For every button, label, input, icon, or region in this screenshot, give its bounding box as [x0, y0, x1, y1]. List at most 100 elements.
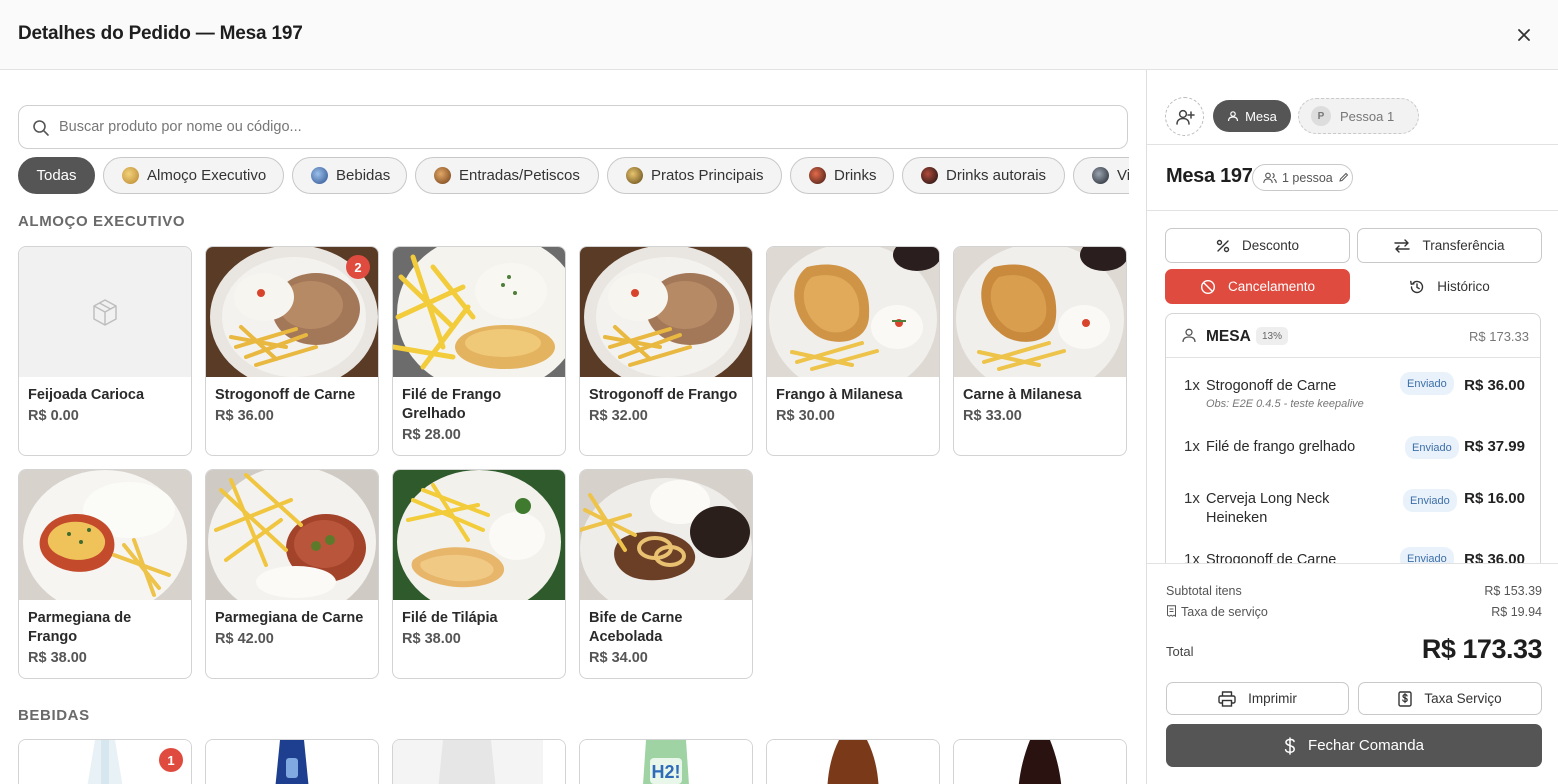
category-thumb: [921, 167, 938, 184]
product-card[interactable]: H2!: [579, 739, 753, 784]
service-fee-value: R$ 19.94: [1491, 605, 1542, 619]
product-image: [767, 247, 939, 377]
service-fee-button-label: Taxa Serviço: [1424, 691, 1502, 706]
receipt-dollar-icon: [1398, 690, 1413, 707]
search-box: [18, 105, 1128, 149]
product-card[interactable]: 2 Strogonoff de Carne R$ 36.00: [205, 246, 379, 456]
category-chip-vinhos[interactable]: Vi: [1073, 157, 1129, 194]
close-tab-label: Fechar Comanda: [1308, 737, 1424, 754]
product-name: Strogonoff de Carne: [215, 387, 356, 403]
item-name: Cerveja Long Neck Heineken: [1206, 491, 1330, 526]
service-fee-row: Taxa de serviço R$ 19.94: [1166, 605, 1542, 619]
product-name: Parmegiana de Carne: [215, 610, 364, 626]
box-icon: [93, 299, 117, 326]
category-chip-todas[interactable]: Todas: [18, 157, 95, 194]
status-badge: Enviado: [1403, 489, 1457, 512]
product-card[interactable]: [953, 739, 1127, 784]
cancel-button[interactable]: Cancelamento: [1165, 269, 1350, 304]
category-chip-pratos-principais[interactable]: Pratos Principais: [607, 157, 782, 194]
product-name: Filé de Tilápia: [402, 610, 498, 626]
product-card[interactable]: Strogonoff de Frango R$ 32.00: [579, 246, 753, 456]
users-icon: [1263, 172, 1277, 183]
product-card[interactable]: Parmegiana de Frango R$ 38.00: [18, 469, 192, 679]
transfer-button[interactable]: Transferência: [1357, 228, 1542, 263]
product-card[interactable]: Feijoada Carioca R$ 0.00: [18, 246, 192, 456]
product-card[interactable]: [392, 739, 566, 784]
product-card[interactable]: [205, 739, 379, 784]
pencil-icon: [1339, 172, 1348, 182]
person-selector: Mesa P Pessoa 1: [1147, 70, 1558, 145]
chip-label: Entradas/Petiscos: [459, 167, 580, 184]
status-badge: Enviado: [1405, 436, 1459, 459]
person-tab-mesa[interactable]: Mesa: [1213, 100, 1291, 132]
product-price: R$ 42.00: [215, 631, 274, 647]
product-card[interactable]: 1: [18, 739, 192, 784]
category-chip-almoco-executivo[interactable]: Almoço Executivo: [103, 157, 284, 194]
product-price: R$ 34.00: [589, 650, 648, 666]
dollar-icon: [1284, 736, 1295, 755]
category-thumb: [434, 167, 451, 184]
total-value: R$ 173.33: [1421, 634, 1543, 664]
subtotal-label: Subtotal itens: [1166, 584, 1242, 598]
person-tab-label: Pessoa 1: [1340, 108, 1395, 124]
product-price: R$ 0.00: [28, 408, 79, 424]
product-image: [393, 247, 565, 377]
chip-label: Drinks: [834, 167, 877, 184]
history-icon: [1410, 280, 1424, 293]
user-plus-icon: [1175, 109, 1195, 125]
avatar: P: [1311, 106, 1331, 126]
transfer-icon: [1394, 238, 1411, 253]
category-chip-drinks[interactable]: Drinks: [790, 157, 894, 194]
service-fee-button[interactable]: Taxa Serviço: [1358, 682, 1542, 715]
product-card[interactable]: Frango à Milanesa R$ 30.00: [766, 246, 940, 456]
product-image: [954, 247, 1126, 377]
chip-label: Almoço Executivo: [147, 167, 267, 184]
product-placeholder-image: [19, 247, 191, 377]
category-chip-entradas[interactable]: Entradas/Petiscos: [415, 157, 599, 194]
receipt-icon: [1167, 605, 1176, 618]
person-tab-pessoa-1[interactable]: P Pessoa 1: [1298, 98, 1419, 134]
product-card[interactable]: Carne à Milanesa R$ 33.00: [953, 246, 1127, 456]
table-title: Mesa 197: [1166, 165, 1253, 187]
discount-button[interactable]: Desconto: [1165, 228, 1350, 263]
product-catalog: Todas Almoço Executivo Bebidas Entradas/…: [0, 70, 1146, 784]
search-input[interactable]: [59, 106, 1109, 148]
product-card[interactable]: Filé de Tilápia R$ 38.00: [392, 469, 566, 679]
product-name: Feijoada Carioca: [28, 387, 145, 403]
close-tab-button[interactable]: Fechar Comanda: [1166, 724, 1542, 767]
section-title-bebidas: BEBIDAS: [18, 707, 90, 724]
print-label: Imprimir: [1248, 691, 1297, 706]
chip-label: Pratos Principais: [651, 167, 764, 184]
category-chip-bebidas[interactable]: Bebidas: [292, 157, 407, 194]
order-group-total: R$ 173.33: [1469, 329, 1529, 344]
product-image: [767, 740, 939, 784]
product-name: Frango à Milanesa: [776, 387, 903, 403]
table-header: Mesa 197 1 pessoa: [1147, 145, 1558, 211]
product-card[interactable]: [766, 739, 940, 784]
item-name: Filé de frango grelhado: [1206, 439, 1356, 455]
product-price: R$ 33.00: [963, 408, 1022, 424]
product-price: R$ 36.00: [215, 408, 274, 424]
close-icon[interactable]: [1512, 23, 1536, 47]
section-title-almoco: ALMOÇO EXECUTIVO: [18, 213, 186, 230]
product-card[interactable]: Filé de Frango Grelhado R$ 28.00: [392, 246, 566, 456]
product-image: [393, 740, 565, 784]
category-thumb: [122, 167, 139, 184]
transfer-label: Transferência: [1422, 238, 1505, 253]
product-card[interactable]: Bife de Carne Acebolada R$ 34.00: [579, 469, 753, 679]
category-chip-drinks-autorais[interactable]: Drinks autorais: [902, 157, 1065, 194]
quantity-badge: 2: [346, 255, 370, 279]
print-button[interactable]: Imprimir: [1166, 682, 1349, 715]
people-count-label: 1 pessoa: [1282, 170, 1333, 185]
category-thumb: [626, 167, 643, 184]
add-person-button[interactable]: [1165, 97, 1204, 136]
order-group-header: MESA 13% R$ 173.33: [1166, 314, 1540, 358]
service-percent-badge: 13%: [1256, 327, 1289, 345]
history-button[interactable]: Histórico: [1357, 269, 1542, 304]
chip-label: Bebidas: [336, 167, 391, 184]
people-count-button[interactable]: 1 pessoa: [1252, 164, 1353, 191]
product-image: [206, 740, 378, 784]
product-card[interactable]: Parmegiana de Carne R$ 42.00: [205, 469, 379, 679]
category-thumb: [311, 167, 328, 184]
product-price: R$ 32.00: [589, 408, 648, 424]
